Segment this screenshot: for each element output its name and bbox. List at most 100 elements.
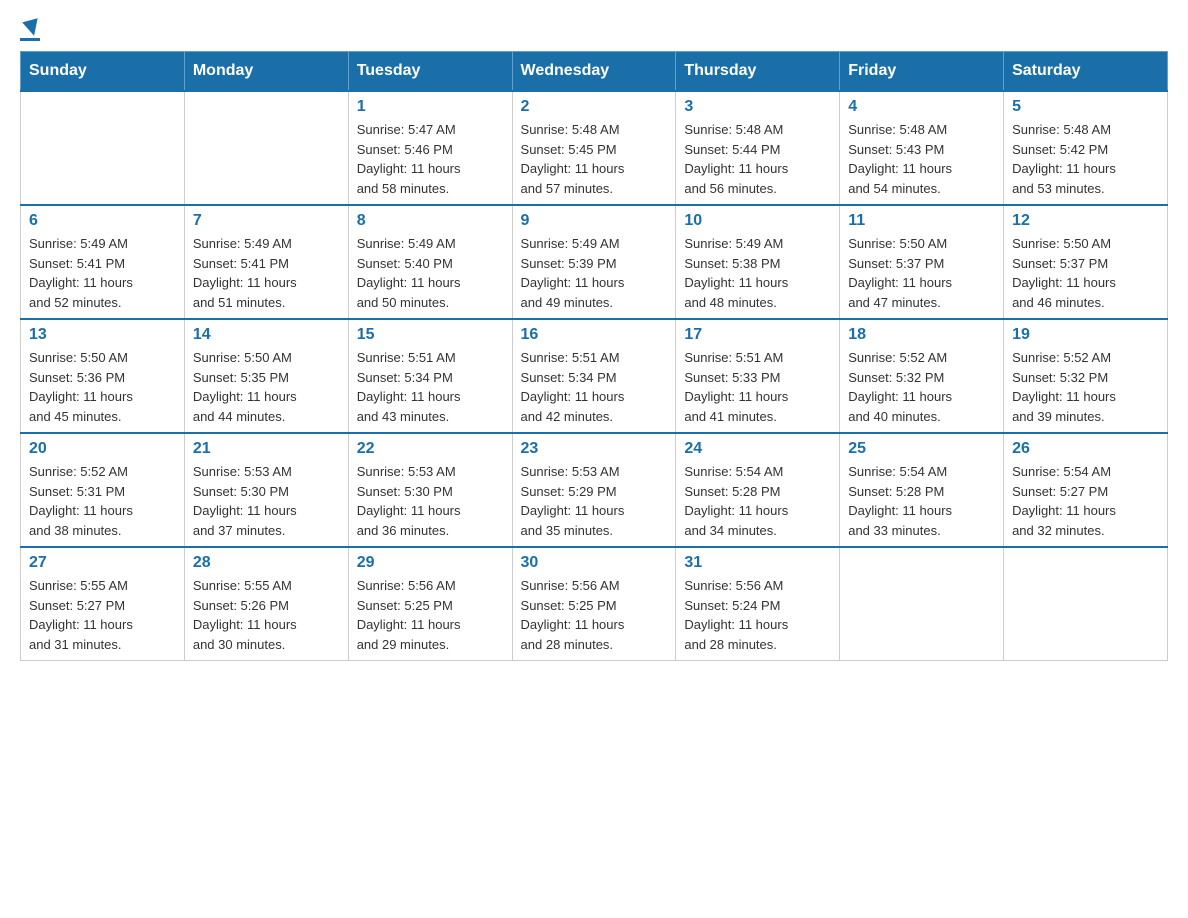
- day-info: Sunrise: 5:53 AM Sunset: 5:29 PM Dayligh…: [521, 462, 668, 540]
- day-number: 6: [29, 212, 176, 230]
- day-number: 7: [193, 212, 340, 230]
- day-number: 27: [29, 554, 176, 572]
- calendar-cell: 9 Sunrise: 5:49 AM Sunset: 5:39 PM Daylig…: [512, 205, 676, 319]
- calendar-cell: 16 Sunrise: 5:51 AM Sunset: 5:34 PM Dayli…: [512, 319, 676, 433]
- calendar-cell: [1004, 547, 1168, 661]
- calendar-cell: [184, 91, 348, 205]
- day-number: 9: [521, 212, 668, 230]
- day-number: 4: [848, 98, 995, 116]
- day-info: Sunrise: 5:56 AM Sunset: 5:25 PM Dayligh…: [357, 576, 504, 654]
- logo-triangle-icon: [22, 18, 42, 38]
- day-info: Sunrise: 5:51 AM Sunset: 5:33 PM Dayligh…: [684, 348, 831, 426]
- calendar-cell: 6 Sunrise: 5:49 AM Sunset: 5:41 PM Daylig…: [21, 205, 185, 319]
- calendar-week-row: 1 Sunrise: 5:47 AM Sunset: 5:46 PM Daylig…: [21, 91, 1168, 205]
- calendar-cell: 8 Sunrise: 5:49 AM Sunset: 5:40 PM Daylig…: [348, 205, 512, 319]
- calendar-cell: 26 Sunrise: 5:54 AM Sunset: 5:27 PM Dayli…: [1004, 433, 1168, 547]
- calendar-cell: 29Sunrise: 5:56 AM Sunset: 5:25 PM Dayli…: [348, 547, 512, 661]
- day-number: 8: [357, 212, 504, 230]
- day-info: Sunrise: 5:52 AM Sunset: 5:32 PM Dayligh…: [1012, 348, 1159, 426]
- day-info: Sunrise: 5:48 AM Sunset: 5:44 PM Dayligh…: [684, 120, 831, 198]
- calendar-cell: 30 Sunrise: 5:56 AM Sunset: 5:25 PM Dayli…: [512, 547, 676, 661]
- day-info: Sunrise: 5:49 AM Sunset: 5:39 PM Dayligh…: [521, 234, 668, 312]
- logo-underline: [20, 38, 40, 41]
- day-info: Sunrise: 5:54 AM Sunset: 5:27 PM Dayligh…: [1012, 462, 1159, 540]
- day-number: 13: [29, 326, 176, 344]
- calendar-header-sunday: Sunday: [21, 52, 185, 92]
- calendar-cell: [21, 91, 185, 205]
- day-number: 12: [1012, 212, 1159, 230]
- calendar-cell: 2 Sunrise: 5:48 AM Sunset: 5:45 PM Daylig…: [512, 91, 676, 205]
- day-info: Sunrise: 5:52 AM Sunset: 5:31 PM Dayligh…: [29, 462, 176, 540]
- calendar-cell: 23 Sunrise: 5:53 AM Sunset: 5:29 PM Dayli…: [512, 433, 676, 547]
- day-number: 19: [1012, 326, 1159, 344]
- logo: [20, 20, 40, 41]
- calendar-cell: 14 Sunrise: 5:50 AM Sunset: 5:35 PM Dayli…: [184, 319, 348, 433]
- calendar-cell: 20 Sunrise: 5:52 AM Sunset: 5:31 PM Dayli…: [21, 433, 185, 547]
- calendar-cell: 22Sunrise: 5:53 AM Sunset: 5:30 PM Dayli…: [348, 433, 512, 547]
- calendar-cell: 3Sunrise: 5:48 AM Sunset: 5:44 PM Daylig…: [676, 91, 840, 205]
- day-info: Sunrise: 5:50 AM Sunset: 5:36 PM Dayligh…: [29, 348, 176, 426]
- day-number: 17: [684, 326, 831, 344]
- calendar-cell: 13 Sunrise: 5:50 AM Sunset: 5:36 PM Dayli…: [21, 319, 185, 433]
- day-info: Sunrise: 5:48 AM Sunset: 5:42 PM Dayligh…: [1012, 120, 1159, 198]
- day-info: Sunrise: 5:49 AM Sunset: 5:41 PM Dayligh…: [193, 234, 340, 312]
- day-info: Sunrise: 5:49 AM Sunset: 5:40 PM Dayligh…: [357, 234, 504, 312]
- calendar-cell: [840, 547, 1004, 661]
- day-info: Sunrise: 5:51 AM Sunset: 5:34 PM Dayligh…: [357, 348, 504, 426]
- day-info: Sunrise: 5:54 AM Sunset: 5:28 PM Dayligh…: [848, 462, 995, 540]
- calendar-cell: 12 Sunrise: 5:50 AM Sunset: 5:37 PM Dayli…: [1004, 205, 1168, 319]
- day-number: 30: [521, 554, 668, 572]
- calendar-cell: 5Sunrise: 5:48 AM Sunset: 5:42 PM Daylig…: [1004, 91, 1168, 205]
- calendar-week-row: 13 Sunrise: 5:50 AM Sunset: 5:36 PM Dayli…: [21, 319, 1168, 433]
- page-header: [20, 20, 1168, 41]
- day-number: 1: [357, 98, 504, 116]
- calendar-cell: 25 Sunrise: 5:54 AM Sunset: 5:28 PM Dayli…: [840, 433, 1004, 547]
- day-info: Sunrise: 5:50 AM Sunset: 5:35 PM Dayligh…: [193, 348, 340, 426]
- day-number: 31: [684, 554, 831, 572]
- day-number: 24: [684, 440, 831, 458]
- day-info: Sunrise: 5:49 AM Sunset: 5:41 PM Dayligh…: [29, 234, 176, 312]
- day-info: Sunrise: 5:47 AM Sunset: 5:46 PM Dayligh…: [357, 120, 504, 198]
- calendar-cell: 27Sunrise: 5:55 AM Sunset: 5:27 PM Dayli…: [21, 547, 185, 661]
- calendar-header-saturday: Saturday: [1004, 52, 1168, 92]
- calendar-cell: 7 Sunrise: 5:49 AM Sunset: 5:41 PM Daylig…: [184, 205, 348, 319]
- day-number: 10: [684, 212, 831, 230]
- day-info: Sunrise: 5:56 AM Sunset: 5:24 PM Dayligh…: [684, 576, 831, 654]
- day-info: Sunrise: 5:54 AM Sunset: 5:28 PM Dayligh…: [684, 462, 831, 540]
- day-number: 26: [1012, 440, 1159, 458]
- calendar-header-friday: Friday: [840, 52, 1004, 92]
- day-number: 14: [193, 326, 340, 344]
- calendar-table: SundayMondayTuesdayWednesdayThursdayFrid…: [20, 51, 1168, 661]
- calendar-header-monday: Monday: [184, 52, 348, 92]
- calendar-week-row: 27Sunrise: 5:55 AM Sunset: 5:27 PM Dayli…: [21, 547, 1168, 661]
- calendar-cell: 10Sunrise: 5:49 AM Sunset: 5:38 PM Dayli…: [676, 205, 840, 319]
- calendar-cell: 28Sunrise: 5:55 AM Sunset: 5:26 PM Dayli…: [184, 547, 348, 661]
- day-info: Sunrise: 5:52 AM Sunset: 5:32 PM Dayligh…: [848, 348, 995, 426]
- day-number: 18: [848, 326, 995, 344]
- calendar-header-row: SundayMondayTuesdayWednesdayThursdayFrid…: [21, 52, 1168, 92]
- calendar-cell: 19 Sunrise: 5:52 AM Sunset: 5:32 PM Dayli…: [1004, 319, 1168, 433]
- calendar-cell: 15 Sunrise: 5:51 AM Sunset: 5:34 PM Dayli…: [348, 319, 512, 433]
- calendar-header-tuesday: Tuesday: [348, 52, 512, 92]
- calendar-cell: 4 Sunrise: 5:48 AM Sunset: 5:43 PM Daylig…: [840, 91, 1004, 205]
- day-number: 25: [848, 440, 995, 458]
- day-number: 2: [521, 98, 668, 116]
- calendar-cell: 24 Sunrise: 5:54 AM Sunset: 5:28 PM Dayli…: [676, 433, 840, 547]
- day-number: 16: [521, 326, 668, 344]
- day-number: 21: [193, 440, 340, 458]
- day-info: Sunrise: 5:50 AM Sunset: 5:37 PM Dayligh…: [1012, 234, 1159, 312]
- calendar-cell: 11 Sunrise: 5:50 AM Sunset: 5:37 PM Dayli…: [840, 205, 1004, 319]
- day-info: Sunrise: 5:48 AM Sunset: 5:45 PM Dayligh…: [521, 120, 668, 198]
- day-info: Sunrise: 5:51 AM Sunset: 5:34 PM Dayligh…: [521, 348, 668, 426]
- day-info: Sunrise: 5:56 AM Sunset: 5:25 PM Dayligh…: [521, 576, 668, 654]
- calendar-week-row: 6 Sunrise: 5:49 AM Sunset: 5:41 PM Daylig…: [21, 205, 1168, 319]
- day-info: Sunrise: 5:50 AM Sunset: 5:37 PM Dayligh…: [848, 234, 995, 312]
- calendar-header-thursday: Thursday: [676, 52, 840, 92]
- day-number: 23: [521, 440, 668, 458]
- day-number: 15: [357, 326, 504, 344]
- calendar-week-row: 20 Sunrise: 5:52 AM Sunset: 5:31 PM Dayli…: [21, 433, 1168, 547]
- day-number: 11: [848, 212, 995, 230]
- day-number: 20: [29, 440, 176, 458]
- calendar-cell: 17 Sunrise: 5:51 AM Sunset: 5:33 PM Dayli…: [676, 319, 840, 433]
- day-info: Sunrise: 5:48 AM Sunset: 5:43 PM Dayligh…: [848, 120, 995, 198]
